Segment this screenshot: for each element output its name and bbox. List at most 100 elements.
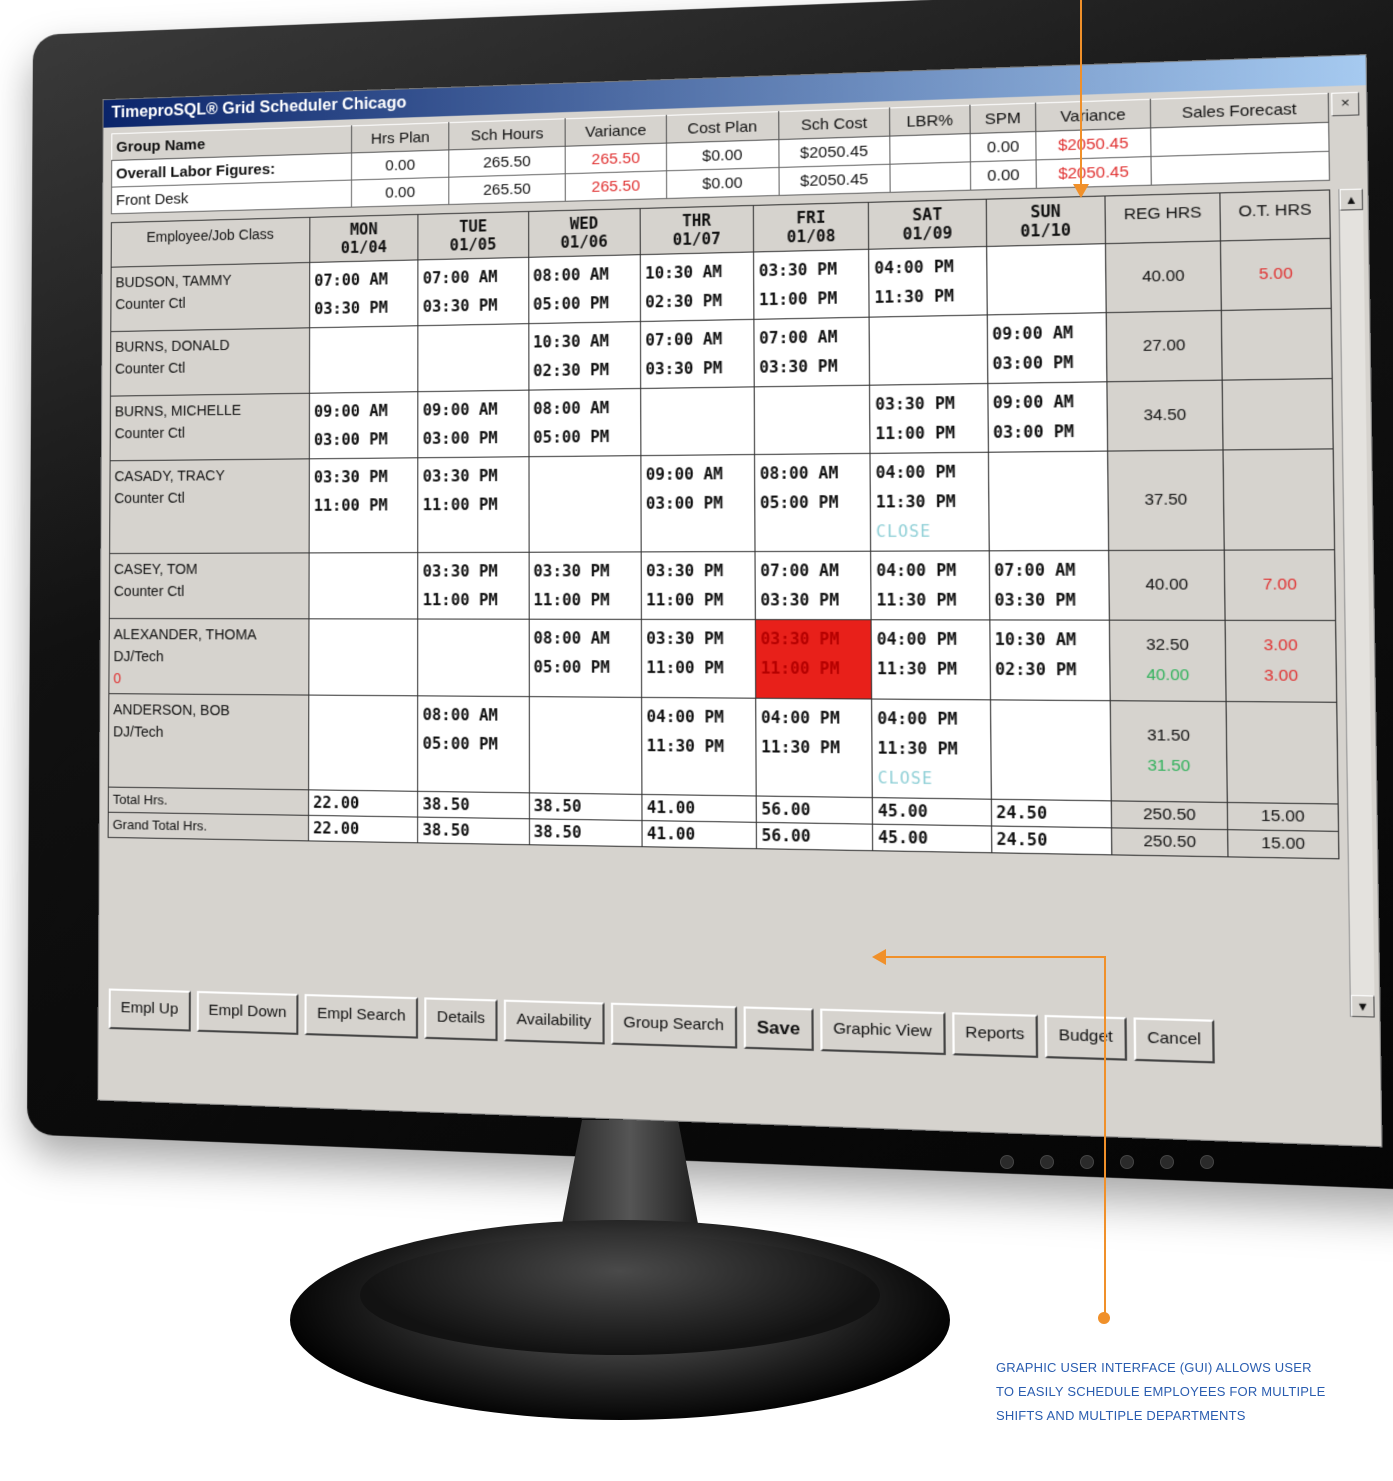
shift-cell[interactable]: 10:30 AM 02:30 PM: [640, 251, 755, 322]
shift-cell[interactable]: [986, 243, 1107, 315]
summary-cell: 0.00: [351, 149, 449, 181]
job-class: DJ/Tech: [113, 723, 164, 740]
gui-caption: GRAPHIC USER INTERFACE (GUI) ALLOWS USER…: [996, 1360, 1326, 1423]
empl-up-button[interactable]: Empl Up: [108, 988, 191, 1032]
shift-cell[interactable]: 03:30 PM 11:00 PM: [870, 383, 989, 454]
totals-cell: 22.00: [308, 789, 418, 818]
shift-cell[interactable]: [869, 314, 988, 386]
shift-cell[interactable]: 08:00 AM 05:00 PM: [754, 453, 872, 552]
shift-cell[interactable]: [528, 455, 642, 553]
scroll-down-icon[interactable]: ▼: [1350, 994, 1375, 1018]
empl-search-button[interactable]: Empl Search: [304, 994, 419, 1039]
shift-cell[interactable]: 07:00 AM 03:30 PM: [988, 550, 1110, 621]
employee-cell[interactable]: CASEY, TOM Counter Ctl: [109, 552, 310, 619]
close-callout-line: [885, 956, 1105, 958]
totals-cell: 15.00: [1227, 802, 1339, 832]
shift-cell[interactable]: 08:00 AM 05:00 PM: [528, 619, 642, 698]
shift-cell[interactable]: [754, 385, 871, 455]
shift-cell[interactable]: 08:00 AM 05:00 PM: [528, 254, 641, 324]
shift-cell[interactable]: 03:30 PM 11:00 PM: [755, 619, 873, 700]
shift-cell[interactable]: [417, 619, 529, 697]
graphic-view-button[interactable]: Graphic View: [819, 1008, 946, 1056]
shift-cell[interactable]: 08:00 AM 05:00 PM: [417, 695, 529, 793]
shift-cell[interactable]: 09:00 AM 03:00 PM: [309, 391, 419, 459]
shift-start: 07:00 AM: [314, 270, 388, 291]
shift-cell[interactable]: 07:00 AM 03:30 PM: [754, 317, 871, 387]
shift-end: 03:30 PM: [314, 298, 388, 319]
monitor-button: [1160, 1155, 1174, 1169]
details-button[interactable]: Details: [424, 997, 498, 1042]
shift-cell[interactable]: [308, 552, 419, 620]
group-search-button[interactable]: Group Search: [610, 1002, 738, 1049]
shift-cell[interactable]: 07:00 AM 03:30 PM: [418, 257, 529, 326]
shift-cell[interactable]: 04:00 PM 11:30 PM: [641, 697, 757, 796]
shift-cell[interactable]: 10:30 AM 02:30 PM: [528, 321, 641, 391]
scheduler-window: TimeproSQL® Grid Scheduler Chicago _ □ ×…: [97, 54, 1383, 1148]
shift-cell[interactable]: [308, 618, 419, 696]
shift-cell[interactable]: 09:00 AM 03:00 PM: [418, 390, 529, 458]
shift-cell[interactable]: [640, 386, 755, 456]
shift-cell[interactable]: [988, 451, 1109, 551]
day-header: MON 01/04: [309, 214, 419, 263]
shift-cell[interactable]: 07:00 AM 03:30 PM: [640, 319, 755, 389]
employee-cell[interactable]: ANDERSON, BOB DJ/Tech: [108, 693, 309, 790]
shift-cell[interactable]: 04:00 PM 11:30 PM: [871, 550, 990, 620]
shift-cell[interactable]: 04:00 PM 11:30 PM CLOSE: [870, 452, 989, 552]
totals-cell: 41.00: [641, 820, 757, 849]
shift-cell[interactable]: 10:30 AM 02:30 PM: [989, 619, 1111, 701]
employee-cell[interactable]: ALEXANDER, THOMA DJ/Tech 0: [108, 618, 309, 696]
shift-end: 03:30 PM: [760, 590, 840, 610]
empl-down-button[interactable]: Empl Down: [196, 990, 299, 1035]
shift-cell[interactable]: 03:30 PM 11:00 PM: [641, 551, 756, 620]
employee-cell[interactable]: CASADY, TRACY Counter Ctl: [109, 458, 310, 554]
employee-cell[interactable]: BURNS, MICHELLE Counter Ctl: [110, 393, 310, 461]
shift-cell[interactable]: 09:00 AM 03:00 PM: [986, 312, 1107, 384]
shift-cell[interactable]: 09:00 AM 03:00 PM: [640, 454, 756, 552]
shift-cell[interactable]: 03:30 PM 11:00 PM: [418, 552, 529, 620]
shift-cell[interactable]: 07:00 AM 03:30 PM: [309, 259, 419, 328]
close-callout-arrow: [872, 949, 886, 965]
shift-start: 08:00 AM: [533, 265, 609, 286]
shift-cell[interactable]: 08:00 AM 05:00 PM: [528, 388, 641, 457]
budget-button[interactable]: Budget: [1044, 1014, 1127, 1061]
shift-cell[interactable]: 03:30 PM 11:00 PM: [418, 456, 529, 553]
availability-button[interactable]: Availability: [503, 999, 605, 1045]
day-header: SUN 01/10: [986, 195, 1106, 247]
shift-cell[interactable]: 04:00 PM 11:30 PM: [871, 619, 991, 700]
scroll-up-icon[interactable]: ▲: [1339, 188, 1364, 211]
shift-cell[interactable]: 03:30 PM 11:00 PM: [309, 457, 419, 553]
shift-cell[interactable]: [309, 325, 419, 394]
close-icon[interactable]: ×: [1331, 91, 1360, 117]
shift-start: 09:00 AM: [422, 400, 498, 420]
employee-cell[interactable]: BUDSON, TAMMY Counter Ctl: [110, 262, 310, 332]
shift-cell[interactable]: [528, 696, 642, 795]
save-button[interactable]: Save: [743, 1006, 814, 1051]
shift-cell[interactable]: [308, 695, 418, 792]
shift-cell[interactable]: 07:00 AM 03:30 PM: [755, 551, 872, 620]
shift-cell[interactable]: 03:30 PM 11:00 PM: [528, 551, 642, 620]
shift-start: 04:00 PM: [876, 629, 957, 650]
reports-button[interactable]: Reports: [951, 1012, 1039, 1058]
shift-cell[interactable]: 03:30 PM 11:00 PM: [753, 249, 870, 320]
cancel-button[interactable]: Cancel: [1133, 1017, 1216, 1064]
shift-cell[interactable]: 09:00 AM 03:00 PM: [987, 381, 1108, 453]
table-row: ANDERSON, BOB DJ/Tech 08:00 AM 05:00 PM 04:0…: [108, 693, 1339, 804]
day-header: SAT 01/09: [868, 199, 987, 250]
shift-cell[interactable]: [990, 699, 1112, 801]
vertical-scrollbar[interactable]: ▲ ▼: [1338, 188, 1375, 1018]
reg-hrs-cell: 34.50: [1106, 380, 1224, 452]
employee-cell[interactable]: BURNS, DONALD Counter Ctl: [110, 327, 310, 397]
table-row: CASADY, TRACY Counter Ctl 03:30 PM 11:00 PM…: [109, 448, 1335, 554]
shift-cell[interactable]: 04:00 PM 11:30 PM: [869, 246, 987, 318]
shift-cell[interactable]: 03:30 PM 11:00 PM: [641, 619, 756, 699]
reg-hrs-cell: 40.00: [1105, 240, 1222, 313]
shift-cell[interactable]: [418, 323, 529, 392]
shift-start: 04:00 PM: [646, 707, 725, 727]
totals-cell: 250.50: [1111, 827, 1229, 857]
totals-label: Grand Total Hrs.: [108, 812, 309, 841]
shift-end: 05:00 PM: [422, 734, 498, 754]
job-class: DJ/Tech: [113, 648, 164, 665]
shift-cell[interactable]: 04:00 PM 11:30 PM CLOSE: [872, 699, 992, 800]
ot-hrs-cell: [1226, 701, 1339, 804]
shift-cell[interactable]: 04:00 PM 11:30 PM: [755, 698, 873, 798]
